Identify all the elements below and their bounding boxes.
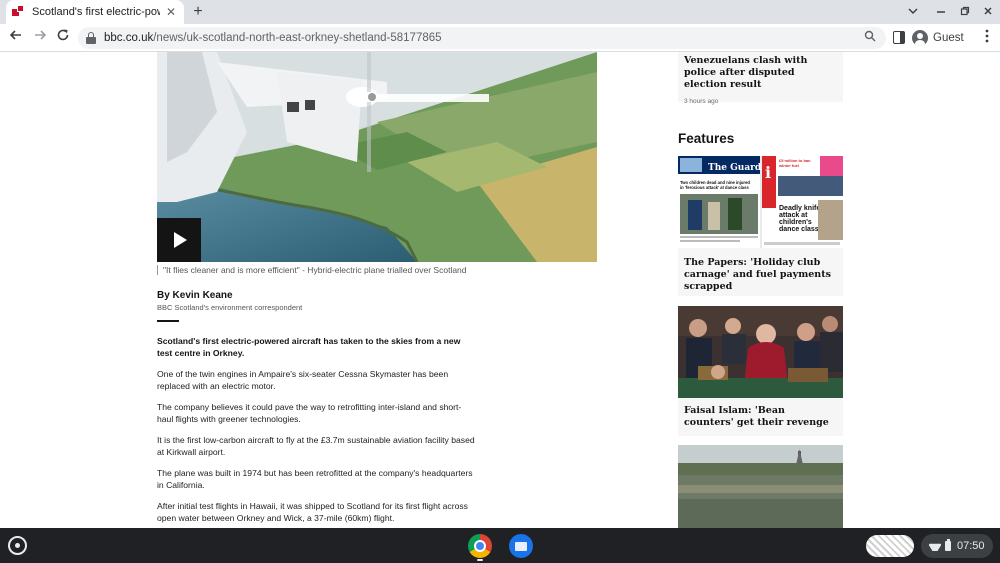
battery-icon xyxy=(945,539,951,551)
feature-headline-faisal-islam[interactable]: Faisal Islam: 'Bean counters' get their … xyxy=(678,405,843,429)
url-path: /news/uk-scotland-north-east-orkney-shet… xyxy=(153,32,442,44)
features-heading: Features xyxy=(678,131,735,146)
tab-title: Scotland's first electric-powered xyxy=(32,6,160,18)
restore-icon[interactable] xyxy=(955,2,975,22)
back-button[interactable] xyxy=(6,28,26,48)
holding-space-tote-icon[interactable] xyxy=(866,535,914,557)
files-app-icon[interactable] xyxy=(509,534,533,558)
wifi-icon xyxy=(929,541,941,551)
article-paragraph: One of the twin engines in Ampaire's six… xyxy=(157,369,449,391)
author-name: By Kevin Keane xyxy=(157,290,233,301)
i-paper-masthead: i xyxy=(765,163,771,182)
running-indicator xyxy=(477,559,483,561)
profile-label: Guest xyxy=(933,32,964,44)
commons-image xyxy=(678,306,843,398)
article-paragraph: The company believes it could pave the w… xyxy=(157,402,462,424)
reload-button[interactable] xyxy=(53,28,73,48)
article-video[interactable] xyxy=(157,52,597,262)
search-zoom-icon[interactable] xyxy=(864,30,876,45)
chrome-app-icon[interactable] xyxy=(468,534,492,558)
bbc-favicon-icon xyxy=(12,5,26,19)
newspapers-image: The Guardian Two children dead and nine … xyxy=(678,156,843,248)
address-bar[interactable]: bbc.co.uk/news/uk-scotland-north-east-or… xyxy=(78,27,886,49)
side-panel-icon[interactable] xyxy=(893,31,905,44)
article-lead-paragraph: Scotland's first electric-powered aircra… xyxy=(157,336,461,358)
feature-card-faisal-islam[interactable]: Faisal Islam: 'Bean counters' get their … xyxy=(678,306,843,436)
kebab-menu-icon[interactable] xyxy=(980,28,994,48)
svg-text:winter fuel: winter fuel xyxy=(778,163,799,168)
browser-tab[interactable]: Scotland's first electric-powered ✕ xyxy=(6,0,184,24)
guardian-headline: Two children dead and nine injured in 'fe… xyxy=(680,180,750,190)
video-caption: "It flies cleaner and is more efficient"… xyxy=(157,265,467,275)
forward-button[interactable] xyxy=(30,28,50,48)
feature-headline-papers[interactable]: The Papers: 'Holiday club carnage' and f… xyxy=(678,257,843,293)
article-paragraph: It is the first low-carbon aircraft to f… xyxy=(157,435,475,457)
close-tab-icon[interactable]: ✕ xyxy=(164,5,178,19)
launcher-icon[interactable] xyxy=(8,536,27,555)
article-paragraph: After initial test flights in Hawaii, it… xyxy=(157,501,468,523)
chromeos-desktop: Scotland's first electric-powered ✕ + xyxy=(0,0,1000,563)
top-story-time: 3 hours ago xyxy=(684,98,719,105)
author-role: BBC Scotland's environment correspondent xyxy=(157,303,303,312)
river-image xyxy=(678,445,843,528)
minimize-icon[interactable] xyxy=(931,2,951,22)
feature-card-river[interactable] xyxy=(678,445,843,528)
play-video-button[interactable] xyxy=(157,218,201,262)
status-tray[interactable]: 07:50 xyxy=(921,534,993,558)
close-window-icon[interactable] xyxy=(978,2,998,22)
tab-search-chevron-icon[interactable] xyxy=(903,2,923,22)
guest-avatar-icon xyxy=(912,30,928,46)
new-tab-button[interactable]: + xyxy=(188,2,208,22)
lock-icon[interactable] xyxy=(86,32,96,44)
browser-toolbar: bbc.co.uk/news/uk-scotland-north-east-or… xyxy=(0,24,1000,52)
top-story-card[interactable]: Venezuelans clash with police after disp… xyxy=(678,52,843,105)
clock: 07:50 xyxy=(957,540,985,552)
web-page: "It flies cleaner and is more efficient"… xyxy=(0,52,1000,528)
top-story-headline[interactable]: Venezuelans clash with police after disp… xyxy=(678,55,843,91)
article-paragraph: The plane was built in 1974 but has been… xyxy=(157,468,473,490)
url-text: bbc.co.uk/news/uk-scotland-north-east-or… xyxy=(104,32,442,44)
feature-card-papers[interactable]: The Guardian Two children dead and nine … xyxy=(678,156,843,296)
aerial-plane-image xyxy=(157,52,597,262)
chromeos-shelf: 07:50 xyxy=(0,528,1000,563)
url-domain: bbc.co.uk xyxy=(104,32,154,44)
tab-strip: Scotland's first electric-powered ✕ + xyxy=(0,0,1000,24)
profile-button[interactable]: Guest xyxy=(912,28,964,48)
byline-divider xyxy=(157,320,179,322)
